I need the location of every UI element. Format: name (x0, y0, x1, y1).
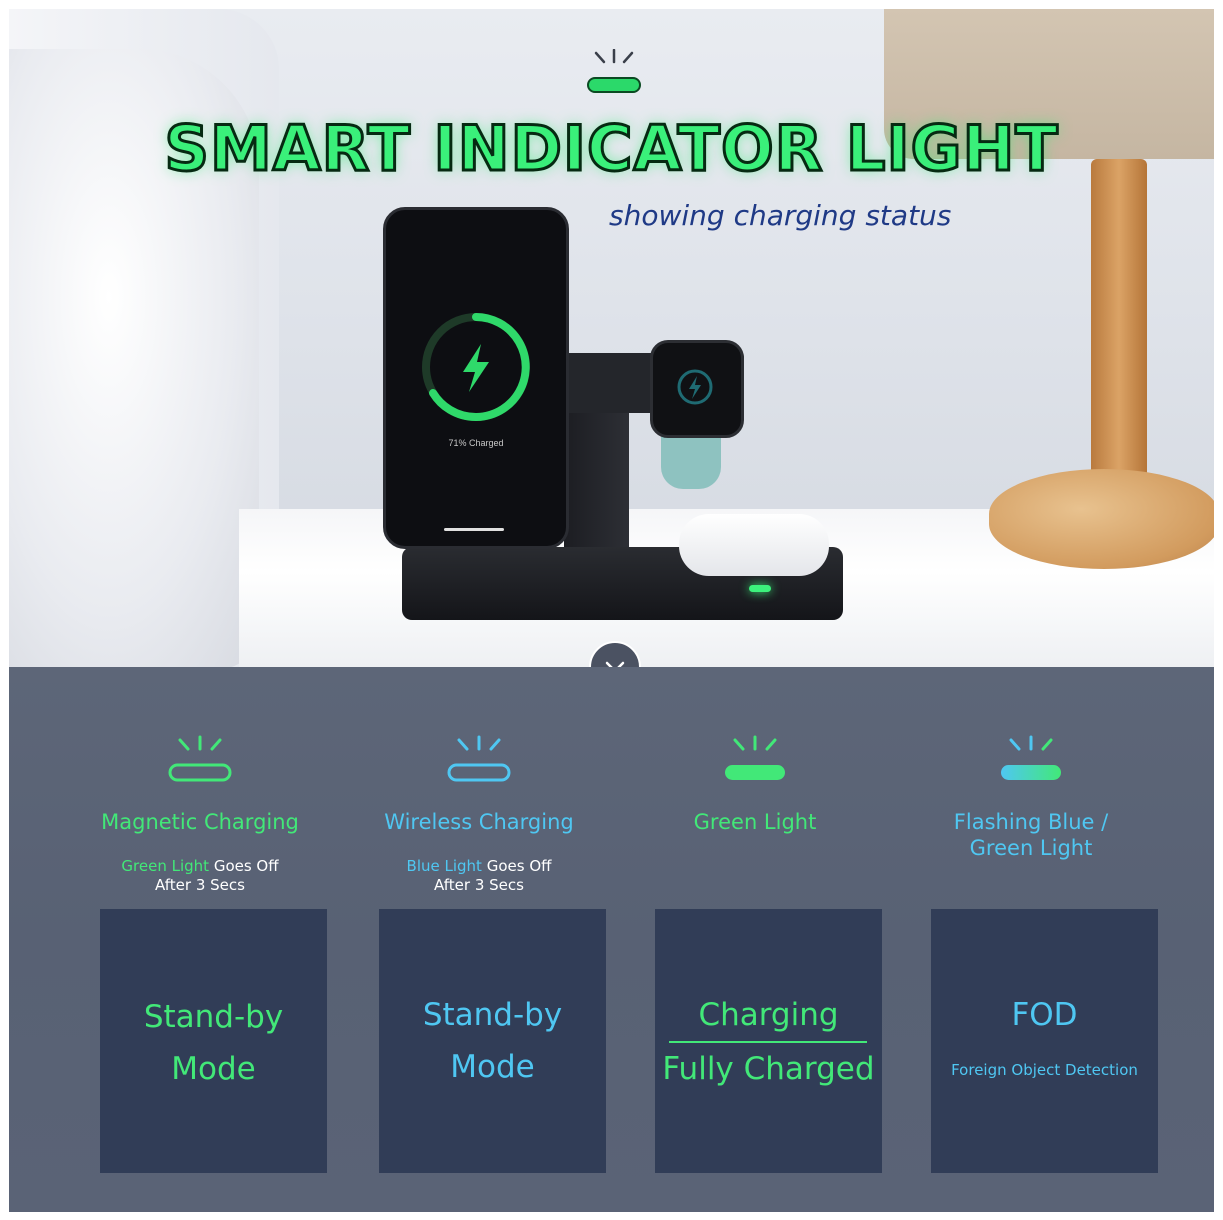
indicator-light-icon (725, 735, 785, 780)
earbuds-case (679, 514, 829, 576)
indicator-light-icon (1001, 735, 1061, 780)
mode-description: Blue Light Goes Off After 3 Secs (341, 857, 617, 895)
mode-flashing-blue-green: Flashing Blue / Green Light FOD Foreign … (893, 667, 1169, 1212)
card-line-1: Charging (698, 997, 839, 1033)
smart-watch (650, 340, 744, 438)
card-line-2: Fully Charged (662, 1051, 875, 1087)
desc-highlight: Blue Light (406, 857, 482, 875)
phone: 71% Charged (383, 207, 569, 549)
modes-panel: Magnetic Charging Green Light Goes Off A… (9, 667, 1214, 1212)
desc-highlight: Green Light (121, 857, 210, 875)
product-image: SMART INDICATOR LIGHT showing charging s… (9, 9, 1214, 1212)
desc-text: Goes Off (209, 857, 279, 875)
hero-subtitle: showing charging status (609, 199, 952, 232)
mode-label: Magnetic Charging (101, 810, 299, 834)
mode-wireless-charging: Wireless Charging Blue Light Goes Off Af… (341, 667, 617, 1212)
phone-battery-caption: 71% Charged (448, 438, 504, 448)
desc-line2: After 3 Secs (434, 876, 524, 894)
indicator-light-icon (447, 735, 511, 782)
mode-green-light: Green Light Charging Fully Charged (617, 667, 893, 1212)
lamp-stem (1091, 159, 1147, 504)
desc-line2: After 3 Secs (155, 876, 245, 894)
mode-card: Charging Fully Charged (655, 909, 882, 1173)
mode-card: Stand-by Mode (100, 909, 327, 1173)
hero-photo: SMART INDICATOR LIGHT showing charging s… (9, 9, 1214, 667)
mode-magnetic-charging: Magnetic Charging Green Light Goes Off A… (62, 667, 338, 1212)
lamp-base (989, 469, 1214, 569)
mode-label: Wireless Charging (384, 810, 574, 834)
hero-title: SMART INDICATOR LIGHT (163, 111, 1059, 187)
desc-text: Goes Off (481, 857, 552, 875)
lightning-bolt-icon (422, 313, 530, 421)
card-title: FOD (1011, 997, 1078, 1033)
mode-label-line-1: Flashing Blue / (953, 810, 1109, 834)
card-line-2: Mode (171, 1051, 256, 1087)
home-indicator (444, 528, 504, 531)
mode-card: Stand-by Mode (379, 909, 606, 1173)
charging-icon (677, 369, 713, 405)
charger-led (749, 585, 771, 592)
card-note: Foreign Object Detection (951, 1061, 1138, 1079)
card-line-2: Mode (450, 1049, 535, 1085)
mode-description: Green Light Goes Off After 3 Secs (62, 857, 338, 895)
indicator-light-icon (168, 735, 232, 782)
mode-label: Flashing Blue / Green Light (893, 809, 1169, 861)
card-line-1: Stand-by (422, 997, 563, 1033)
card-line-1: Stand-by (143, 999, 284, 1035)
mode-label-line-2: Green Light (969, 836, 1093, 860)
indicator-light-icon (587, 49, 641, 93)
mode-card: FOD Foreign Object Detection (931, 909, 1158, 1173)
mode-label: Green Light (693, 810, 817, 834)
